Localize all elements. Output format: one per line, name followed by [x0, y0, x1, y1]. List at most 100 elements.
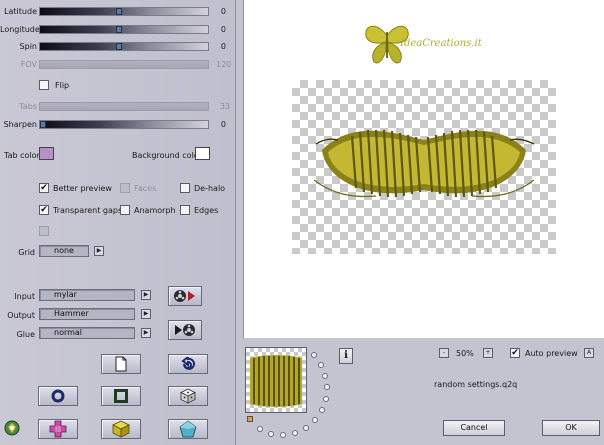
- tabs-label: Tabs: [19, 102, 37, 111]
- anamorph-checkbox[interactable]: [120, 205, 130, 215]
- spin-value: 0: [220, 42, 226, 51]
- de-halo-label: De-halo: [194, 184, 226, 193]
- output-options-button[interactable]: ▶: [141, 309, 151, 319]
- latitude-thumb[interactable]: [116, 8, 122, 15]
- thumbnail-image: [250, 355, 302, 407]
- longitude-label: Longitude: [0, 25, 40, 34]
- auto-preview-label: Auto preview: [525, 349, 578, 358]
- spin-thumb[interactable]: [116, 43, 122, 50]
- history-dot[interactable]: [280, 432, 286, 438]
- fov-slider: [39, 60, 209, 69]
- flip-label: Flip: [55, 81, 70, 90]
- flip-checkbox[interactable]: [39, 80, 49, 90]
- glue-select[interactable]: normal: [39, 327, 135, 339]
- zoom-in-button[interactable]: +: [483, 348, 493, 358]
- info-button[interactable]: i: [339, 348, 353, 364]
- cube-shape-icon: [112, 420, 130, 438]
- tabs-slider: [39, 102, 209, 111]
- output-label: Output: [7, 311, 35, 320]
- latitude-slider[interactable]: [39, 7, 209, 16]
- history-dot[interactable]: [323, 396, 329, 402]
- faces-checkbox: [120, 183, 130, 193]
- zoom-value: 50%: [456, 349, 474, 358]
- history-dot[interactable]: [311, 352, 317, 358]
- new-document-icon: [115, 356, 127, 372]
- edges-label: Edges: [194, 206, 219, 215]
- de-halo-checkbox[interactable]: [180, 183, 190, 193]
- history-dot[interactable]: [319, 407, 325, 413]
- play-film-reel-icon: [175, 324, 195, 336]
- better-preview-label: Better preview: [53, 184, 112, 193]
- zoom-out-button[interactable]: -: [439, 348, 449, 358]
- longitude-slider[interactable]: [39, 25, 209, 34]
- output-select[interactable]: Hammer: [39, 308, 135, 320]
- faces-label: Faces: [134, 184, 157, 193]
- transparent-gaps-label: Transparent gaps: [53, 206, 123, 215]
- background-color-label: Background color: [132, 151, 202, 160]
- history-dot[interactable]: [268, 431, 274, 437]
- glue-options-button[interactable]: ▶: [141, 328, 151, 338]
- history-dot[interactable]: [303, 425, 309, 431]
- grid-select[interactable]: none: [39, 245, 89, 257]
- edges-checkbox[interactable]: [180, 205, 190, 215]
- cancel-button[interactable]: Cancel: [443, 420, 505, 436]
- glue-label: Glue: [16, 330, 35, 339]
- square-frame-icon: [114, 389, 128, 403]
- preview-band-shape: [313, 129, 535, 198]
- square-tool-button[interactable]: [101, 386, 141, 406]
- grid-options-button[interactable]: ▶: [94, 246, 104, 256]
- preview-image: [313, 129, 535, 198]
- preview-controls: i - 50% + ✔ Auto preview A random settin…: [243, 338, 604, 445]
- ok-button[interactable]: OK: [542, 420, 600, 436]
- auto-preview-checkbox[interactable]: ✔: [510, 348, 520, 358]
- spin-slider[interactable]: [39, 42, 209, 51]
- preview-canvas[interactable]: [292, 80, 556, 254]
- random-settings-button[interactable]: [168, 386, 208, 406]
- film-reel-play-icon: [174, 290, 195, 302]
- latitude-label: Latitude: [4, 7, 37, 16]
- new-document-button[interactable]: [101, 354, 141, 374]
- fov-label: FOV: [20, 60, 37, 69]
- history-dot[interactable]: [292, 430, 298, 436]
- transparent-gaps-checkbox[interactable]: ✔: [39, 205, 49, 215]
- history-dot[interactable]: [322, 373, 328, 379]
- preview-thumbnail[interactable]: [245, 347, 307, 413]
- save-output-button[interactable]: [168, 320, 202, 340]
- settings-filename: random settings.q2q: [434, 380, 518, 389]
- history-dot[interactable]: [312, 417, 318, 423]
- input-options-button[interactable]: ▶: [141, 290, 151, 300]
- undo-button[interactable]: [168, 354, 208, 374]
- preview-area[interactable]: IdeaCreations.it: [243, 0, 604, 338]
- auto-preview-options-button[interactable]: A: [584, 348, 594, 358]
- pentagon-shape-icon: [179, 420, 197, 438]
- dice-icon: [180, 388, 196, 404]
- app-logo-icon: [3, 419, 21, 439]
- input-label: Input: [14, 292, 35, 301]
- latitude-value: 0: [220, 7, 226, 16]
- background-color-swatch[interactable]: [195, 147, 210, 160]
- sharpen-value: 0: [220, 120, 226, 129]
- sharpen-thumb[interactable]: [40, 121, 46, 128]
- load-input-button[interactable]: [168, 286, 202, 306]
- grid-label: Grid: [18, 248, 35, 257]
- tab-color-swatch[interactable]: [39, 147, 54, 160]
- history-dot[interactable]: [324, 384, 330, 390]
- better-preview-checkbox[interactable]: ✔: [39, 183, 49, 193]
- input-select[interactable]: mylar: [39, 289, 135, 301]
- sharpen-label: Sharpen: [3, 120, 37, 129]
- circle-tool-button[interactable]: [38, 386, 78, 406]
- sharpen-slider[interactable]: [39, 120, 209, 129]
- ring-icon: [51, 389, 65, 403]
- watermark-text: IdeaCreations.it: [400, 38, 482, 49]
- history-dot[interactable]: [318, 362, 324, 368]
- cross-shape-icon: [49, 420, 67, 438]
- longitude-thumb[interactable]: [116, 26, 122, 33]
- cross-shape-button[interactable]: [38, 419, 78, 439]
- history-dot[interactable]: [257, 426, 263, 432]
- history-dot-active[interactable]: [247, 416, 253, 422]
- pentagon-shape-button[interactable]: [168, 419, 208, 439]
- fov-value: 120: [216, 60, 232, 69]
- tab-color-label: Tab color: [4, 151, 40, 160]
- cube-shape-button[interactable]: [101, 419, 141, 439]
- anamorph-label: Anamorph: [134, 206, 176, 215]
